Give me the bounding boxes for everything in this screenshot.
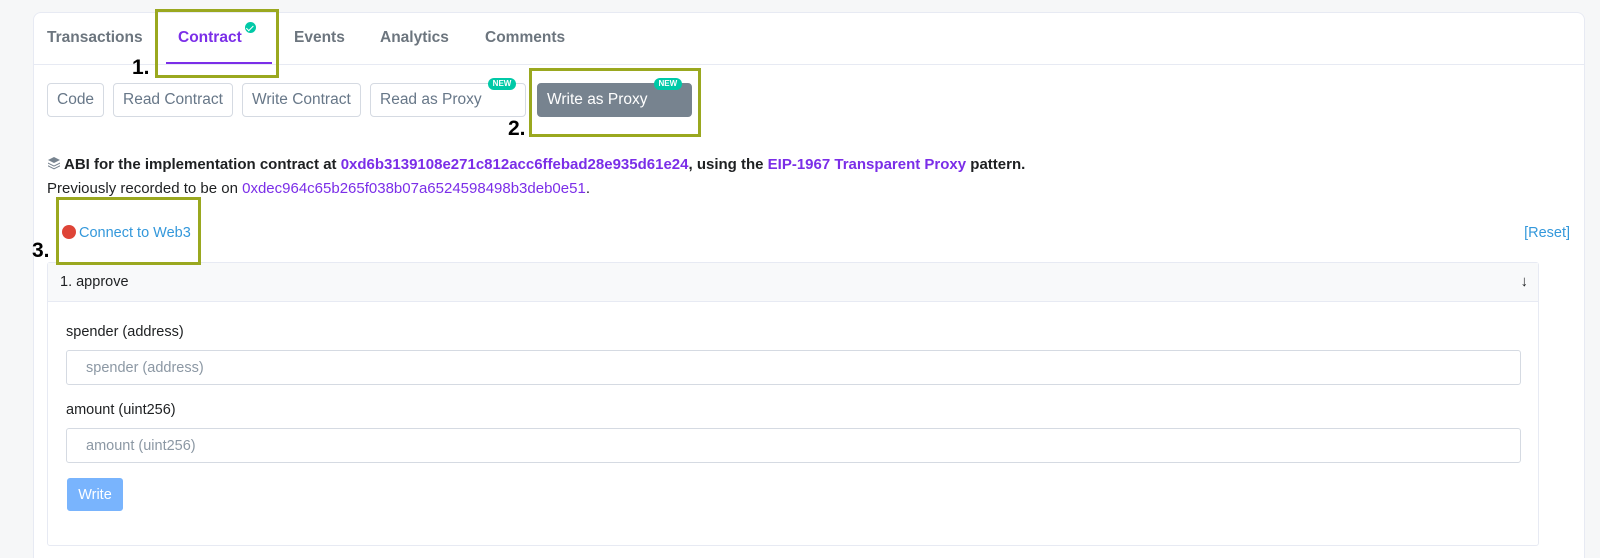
write-button[interactable]: Write [67, 478, 123, 511]
annotation-step-2: 2. [508, 117, 526, 140]
proxy-pattern-link[interactable]: EIP-1967 Transparent Proxy [768, 156, 966, 173]
annotation-step-3: 3. [32, 239, 50, 262]
previous-implementation: Previously recorded to be on 0xdec964c65… [47, 180, 590, 197]
annotation-step-1: 1. [132, 56, 150, 79]
new-badge: NEW [487, 78, 517, 90]
abi-middle: , using the [688, 156, 764, 173]
implementation-address-link[interactable]: 0xd6b3139108e271c812acc6ffebad28e935d61e… [341, 156, 689, 173]
tab-comments[interactable]: Comments [485, 29, 565, 47]
code-button[interactable]: Code [47, 83, 105, 117]
spender-label: spender (address) [66, 324, 184, 340]
previous-address-link[interactable]: 0xdec964c65b265f038b07a6524598498b3deb0e… [242, 180, 586, 197]
read-as-proxy-button[interactable]: Read as Proxy NEW [370, 78, 527, 117]
disconnected-status-icon [62, 225, 76, 239]
spender-input[interactable] [66, 350, 1521, 385]
previous-prefix: Previously recorded to be on [47, 180, 238, 197]
read-as-proxy-label: Read as Proxy [380, 91, 482, 108]
previous-suffix: . [585, 180, 590, 197]
verified-check-icon [244, 22, 256, 33]
abi-suffix: pattern. [970, 156, 1026, 173]
layers-icon [48, 157, 60, 170]
write-as-proxy-label: Write as Proxy [547, 91, 648, 108]
connect-web3-link[interactable]: Connect to Web3 [62, 225, 191, 241]
connect-web3-label: Connect to Web3 [79, 225, 191, 241]
amount-input[interactable] [66, 428, 1521, 463]
active-tab-indicator [166, 62, 272, 64]
read-contract-button[interactable]: Read Contract [113, 83, 233, 117]
tab-contract[interactable]: Contract [178, 22, 256, 47]
new-badge: NEW [653, 78, 683, 90]
write-contract-button[interactable]: Write Contract [242, 83, 361, 117]
function-approve-header[interactable]: 1. approve ↓ [48, 263, 1538, 302]
amount-label: amount (uint256) [66, 402, 176, 418]
write-as-proxy-button[interactable]: Write as Proxy NEW [537, 78, 693, 117]
contract-card: Transactions Contract Events Analytics C… [33, 12, 1585, 558]
function-title: 1. approve [60, 274, 129, 290]
tab-contract-label: Contract [178, 29, 242, 46]
abi-prefix: ABI for the implementation contract at [64, 156, 337, 173]
tab-transactions[interactable]: Transactions [47, 29, 143, 47]
tab-analytics[interactable]: Analytics [380, 29, 449, 47]
reset-link[interactable]: [Reset] [1524, 225, 1570, 241]
arrow-down-icon[interactable]: ↓ [1521, 273, 1529, 290]
abi-description: ABI for the implementation contract at 0… [47, 156, 1025, 173]
function-approve: 1. approve ↓ spender (address) amount (u… [47, 262, 1539, 546]
tab-events[interactable]: Events [294, 29, 345, 47]
contract-tabs: Transactions Contract Events Analytics C… [34, 13, 1584, 65]
